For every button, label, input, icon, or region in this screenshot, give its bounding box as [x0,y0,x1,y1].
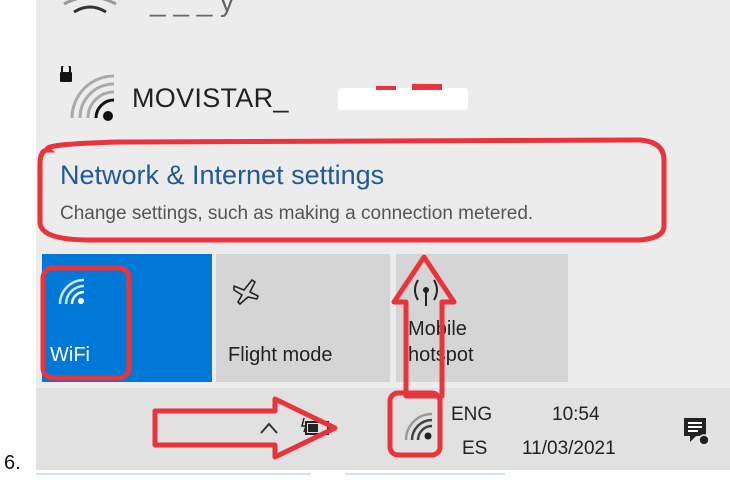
quick-action-flight-mode[interactable]: Flight mode [216,254,390,382]
wifi-lock-icon [60,66,115,121]
battery-charging-icon[interactable] [300,416,334,440]
network-ssid: MOVISTAR_ [132,83,289,113]
wifi-icon [58,278,85,305]
network-settings-description: Change settings, such as making a connec… [60,203,534,224]
ssid-redaction [338,84,468,110]
quick-action-mobile-hotspot[interactable]: Mobile hotspot [396,254,568,382]
clock-time[interactable]: 10:54 [552,404,600,426]
baseline-segment [345,473,505,475]
mobile-hotspot-icon [414,279,438,306]
step-number: 6. [4,452,21,474]
network-item-movistar[interactable]: MOVISTAR_ [58,66,478,126]
redaction-mark [412,84,442,90]
chevron-up-icon[interactable] [258,420,280,436]
clock-date[interactable]: 11/03/2021 [522,438,616,460]
baseline-segment [36,473,311,475]
network-settings-link[interactable]: Network & Internet settings [60,160,384,191]
redaction-mark [376,86,396,90]
airplane-icon [233,279,259,305]
notification-icon[interactable] [682,416,710,446]
wifi-icon [63,0,117,14]
page-baseline [0,472,730,480]
wifi-icon[interactable] [402,410,436,444]
quick-action-wifi[interactable]: WiFi [42,254,212,382]
language-indicator-bottom[interactable]: ES [462,438,487,460]
quick-action-label: Mobile hotspot [408,316,474,368]
label-line: Mobile [408,318,467,340]
label-line: hotspot [408,344,474,366]
taskbar [36,388,730,470]
quick-action-label: WiFi [50,344,90,366]
partial-network-name: _ _ _ y [150,0,235,17]
partial-network-row[interactable]: _ _ _ y [60,0,234,18]
quick-action-label: Flight mode [228,344,333,366]
language-indicator-top[interactable]: ENG [451,404,492,426]
